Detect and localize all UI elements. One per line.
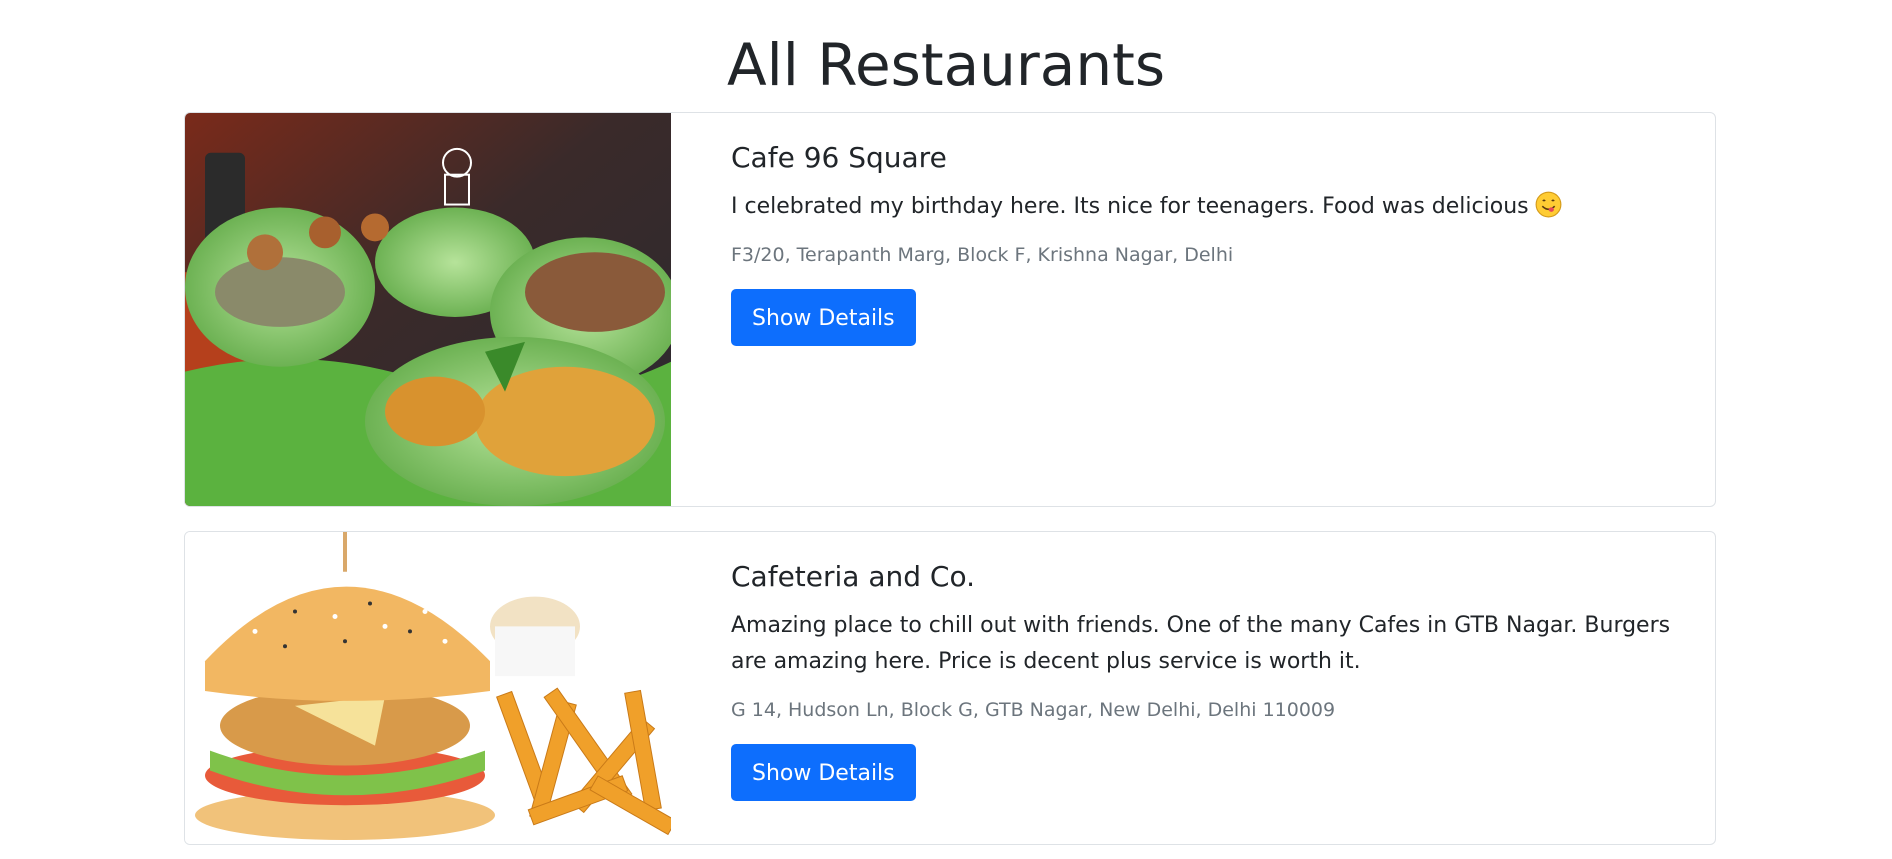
restaurant-image <box>185 113 671 506</box>
show-details-button[interactable]: Show Details <box>731 289 916 346</box>
restaurant-address: G 14, Hudson Ln, Block G, GTB Nagar, New… <box>731 699 1336 721</box>
restaurant-image <box>185 532 671 844</box>
burger-and-fries-image <box>185 532 671 844</box>
restaurant-card: Cafe 96 Square I celebrated my birthday … <box>184 112 1716 507</box>
restaurant-card-body: Cafe 96 Square I celebrated my birthday … <box>731 141 1675 346</box>
restaurant-card-body: Cafeteria and Co. Amazing place to chill… <box>731 560 1675 801</box>
face-savoring-food-icon <box>1535 191 1562 218</box>
restaurant-review: Amazing place to chill out with friends.… <box>731 613 1671 674</box>
restaurant-review-text: I celebrated my birthday here. Its nice … <box>731 194 1529 219</box>
restaurant-name: Cafeteria and Co. <box>731 560 976 593</box>
food-plate-image <box>185 113 671 506</box>
restaurant-name: Cafe 96 Square <box>731 141 947 174</box>
show-details-button[interactable]: Show Details <box>731 744 916 801</box>
restaurant-card: Cafeteria and Co. Amazing place to chill… <box>184 531 1716 845</box>
restaurant-review: I celebrated my birthday here. Its nice … <box>731 189 1675 225</box>
page-title: All Restaurants <box>726 31 1166 99</box>
restaurant-address: F3/20, Terapanth Marg, Block F, Krishna … <box>731 244 1234 266</box>
